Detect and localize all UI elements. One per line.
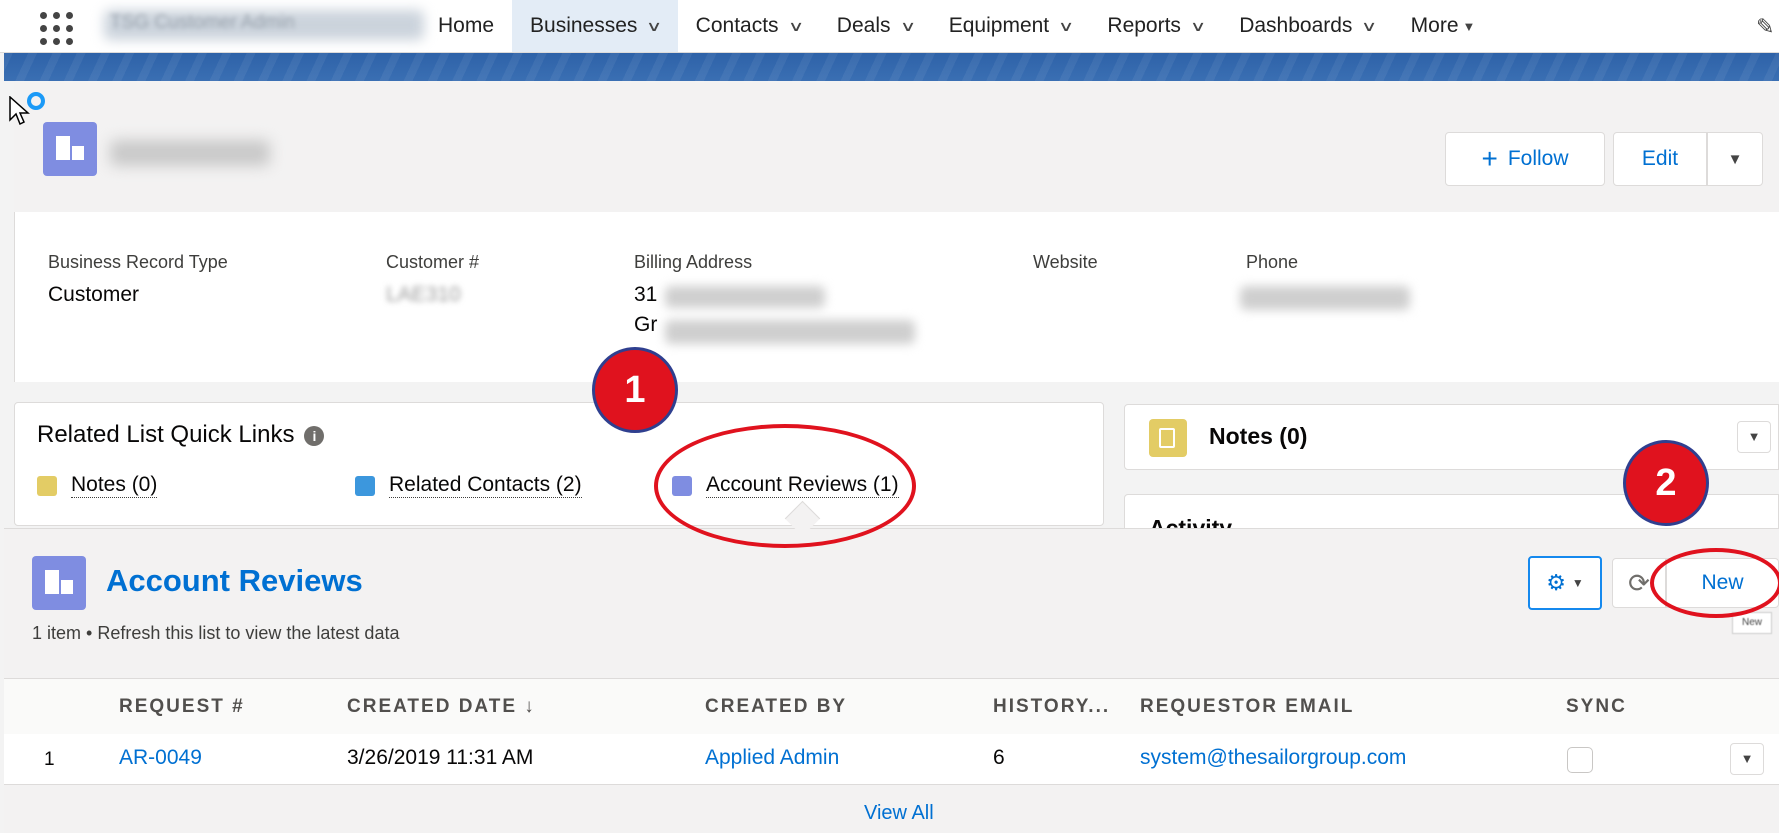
refresh-icon: ⟳ [1628, 567, 1650, 598]
header-band [4, 53, 1779, 81]
follow-button[interactable]: + Follow [1445, 132, 1605, 186]
notes-card-title[interactable]: Notes (0) [1209, 423, 1307, 450]
edit-label: Edit [1641, 147, 1679, 170]
app-name: TSG Customer Admin [110, 12, 295, 33]
quick-links-card: Related List Quick Links i Notes (0) Rela… [14, 402, 1104, 526]
notes-icon [37, 475, 57, 496]
nav-tab-home[interactable]: Home [420, 0, 512, 52]
column-header-created-by[interactable]: CREATED BY [705, 696, 847, 718]
nav-tab-label: Dashboards [1239, 14, 1353, 37]
table-row [4, 734, 1779, 785]
plus-icon: + [1481, 143, 1498, 174]
annotation-step-1-badge: 1 [592, 347, 678, 433]
redacted-block [665, 286, 825, 308]
follow-label: Follow [1507, 147, 1569, 170]
quick-links-title: Related List Quick Links i [37, 421, 325, 449]
row-number: 1 [44, 749, 55, 770]
global-nav: TSG Customer Admin Home Businesses ∨ Cont… [0, 0, 1779, 53]
nav-tab-label: Reports [1107, 14, 1181, 37]
column-header-requestor-email[interactable]: REQUESTOR EMAIL [1140, 696, 1354, 718]
annotation-ellipse-new-button [1650, 548, 1779, 618]
caret-down-icon: ▼ [1571, 576, 1584, 590]
band-pattern [4, 53, 1779, 81]
nav-tab-label: More [1410, 14, 1459, 37]
mouse-cursor-icon [9, 96, 30, 126]
nav-tabs: Home Businesses ∨ Contacts ∨ Deals ∨ Equipm… [420, 0, 1493, 52]
business-record-icon [43, 122, 97, 176]
caret-down-icon: ▼ [1727, 150, 1743, 168]
annotation-step-2-badge: 2 [1623, 440, 1709, 526]
field-label: Billing Address [634, 252, 753, 272]
nav-tab-dashboards[interactable]: Dashboards ∨ [1221, 0, 1392, 52]
chevron-down-icon[interactable]: ∨ [1361, 18, 1377, 35]
created-date-cell: 3/26/2019 11:31 AM [347, 746, 534, 769]
related-list-subtitle: 1 item • Refresh this list to view the l… [32, 623, 400, 643]
field-label: Phone [1246, 252, 1299, 272]
contacts-icon [355, 475, 375, 496]
field-customer-number: Customer # LAE310 [386, 252, 479, 307]
redacted-block [665, 320, 915, 344]
column-header-created-date[interactable]: CREATED DATE ↓ [347, 696, 536, 718]
field-phone: Phone [1246, 252, 1298, 273]
gear-icon: ⚙ [1546, 570, 1566, 595]
account-reviews-icon [32, 556, 86, 610]
chevron-down-icon[interactable]: ∨ [1190, 18, 1206, 35]
nav-tab-label: Businesses [530, 14, 638, 37]
created-by-link[interactable]: Applied Admin [705, 746, 839, 770]
nav-tab-contacts[interactable]: Contacts ∨ [678, 0, 819, 52]
quick-link-label: Notes (0) [71, 473, 158, 498]
field-website: Website [1033, 252, 1098, 273]
more-actions-button[interactable]: ▼ [1707, 132, 1763, 186]
column-header-history[interactable]: HISTORY... [993, 696, 1110, 718]
requestor-email-link[interactable]: system@thesailorgroup.com [1140, 746, 1406, 770]
quick-links-title-text: Related List Quick Links [37, 421, 295, 448]
nav-tab-label: Contacts [695, 14, 779, 37]
quick-link-label: Related Contacts (2) [389, 473, 582, 498]
redacted-block [1240, 286, 1410, 310]
nav-tab-businesses[interactable]: Businesses ∨ [512, 0, 678, 52]
app-launcher-icon[interactable] [36, 6, 76, 46]
info-icon[interactable]: i [304, 425, 325, 446]
nav-tab-label: Home [438, 14, 495, 37]
quick-link-related-contacts[interactable]: Related Contacts (2) [355, 473, 582, 498]
related-list-title[interactable]: Account Reviews [106, 563, 363, 599]
list-settings-button[interactable]: ⚙ ▼ [1528, 556, 1602, 610]
column-header-request[interactable]: REQUEST # [119, 696, 245, 718]
record-name-redacted [110, 140, 270, 166]
nav-tab-reports[interactable]: Reports ∨ [1089, 0, 1221, 52]
nav-tab-deals[interactable]: Deals ∨ [819, 0, 931, 52]
nav-tab-equipment[interactable]: Equipment ∨ [931, 0, 1090, 52]
table-header [4, 678, 1779, 736]
quick-link-notes[interactable]: Notes (0) [37, 473, 158, 498]
notes-dropdown-button[interactable]: ▼ [1737, 421, 1771, 453]
column-header-sync[interactable]: SYNC [1566, 696, 1627, 718]
field-label: Website [1033, 252, 1098, 272]
field-label: Business Record Type [48, 252, 228, 272]
nav-tab-label: Equipment [948, 14, 1050, 37]
notes-icon [1149, 419, 1187, 457]
field-label: Customer # [386, 252, 480, 272]
pencil-icon[interactable]: ✎ [1756, 14, 1774, 40]
chevron-down-icon[interactable]: ∨ [787, 18, 803, 35]
caret-down-icon: ▼ [1462, 18, 1476, 34]
edit-button[interactable]: Edit [1613, 132, 1707, 186]
request-link[interactable]: AR-0049 [119, 746, 202, 770]
row-actions-button[interactable]: ▼ [1730, 743, 1764, 775]
field-record-type: Business Record Type Customer [48, 252, 228, 307]
chevron-down-icon[interactable]: ∨ [1058, 18, 1074, 35]
annotation-ellipse-quick-link [654, 424, 916, 548]
nav-tab-label: Deals [836, 14, 891, 37]
chevron-down-icon[interactable]: ∨ [899, 18, 915, 35]
caret-down-icon: ▼ [1740, 751, 1754, 766]
history-cell: 6 [993, 746, 1005, 769]
nav-tab-more[interactable]: More ▼ [1393, 0, 1494, 52]
field-value: LAE310 [386, 283, 461, 306]
sync-checkbox[interactable] [1567, 747, 1593, 773]
view-all-link[interactable]: View All [864, 802, 934, 825]
caret-down-icon: ▼ [1747, 429, 1761, 444]
field-value: Customer [48, 283, 140, 306]
chevron-down-icon[interactable]: ∨ [646, 18, 662, 35]
